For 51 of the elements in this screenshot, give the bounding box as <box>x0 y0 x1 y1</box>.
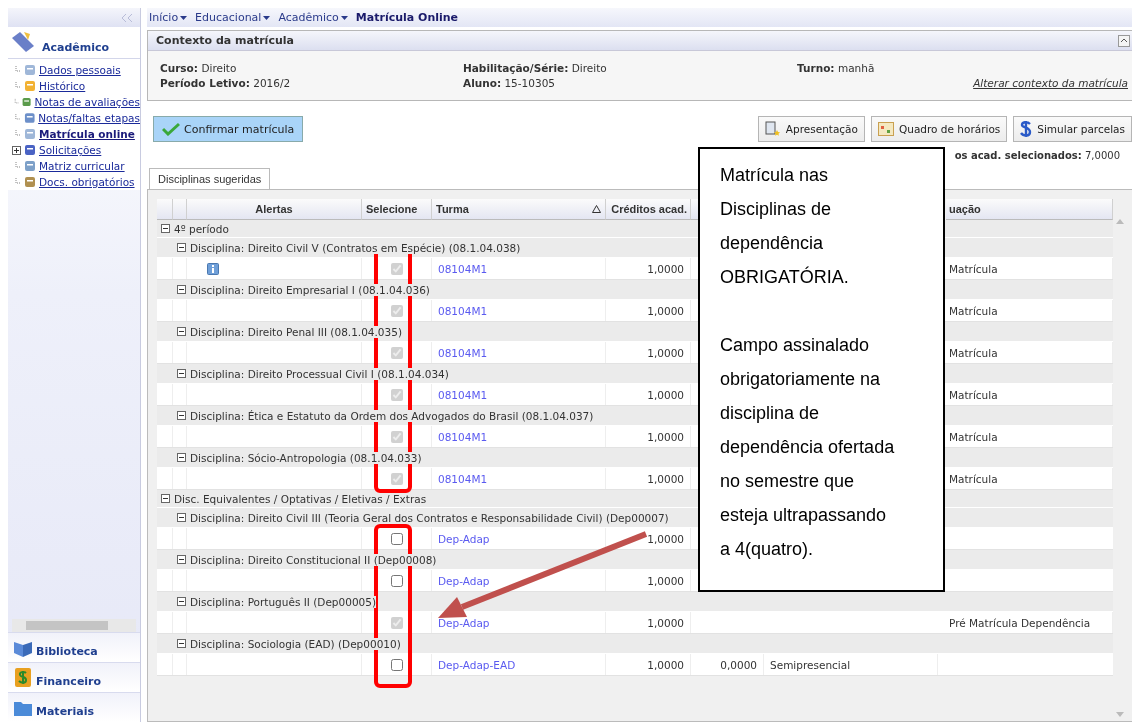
sidebar-item[interactable]: Matriz curricular <box>39 160 125 172</box>
context-field: Aluno: 15-10305 <box>463 77 797 92</box>
discipline-label: Disciplina: Sócio-Antropologia (08.1.04.033) <box>190 451 422 464</box>
module-button[interactable]: Biblioteca <box>8 632 140 662</box>
context-field: Turno: manhã <box>797 62 1128 77</box>
toolbar-button[interactable]: Simular parcelas <box>1013 116 1132 142</box>
sidebar-item[interactable]: Solicitações <box>39 144 102 156</box>
discipline-label: Disciplina: Ética e Estatuto da Ordem dos Advogados do Brasil (08.1.04.037) <box>190 409 594 422</box>
sidebar-item[interactable]: Matrícula online <box>39 128 135 140</box>
confirm-button[interactable]: Confirmar matrícula <box>153 116 304 142</box>
callout-text: Matrícula nas Disciplinas de dependência OBRIGATÓRIA. <box>720 164 850 289</box>
discipline-label: Disciplina: Sociologia (EAD) (Dep00010) <box>190 637 401 650</box>
sidebar-item[interactable]: Histórico <box>39 80 86 92</box>
breadcrumb-link[interactable]: Educacional <box>195 11 271 24</box>
sidebar-item[interactable]: Dados pessoais <box>39 64 121 76</box>
sidebar-item[interactable]: Docs. obrigatórios <box>39 176 135 188</box>
discipline-label: Disciplina: Direito Constitucional II (Dep00008) <box>190 553 437 566</box>
breadcrumb-link[interactable]: Início <box>149 11 188 24</box>
change-context-link[interactable]: Alterar contexto da matrícula <box>973 77 1128 92</box>
panel-title: Contexto da matrícula <box>156 34 294 47</box>
discipline-label: Disciplina: Português II (Dep00005) <box>190 595 377 608</box>
context-field: Período Letivo: 2016/2 <box>160 77 463 92</box>
class-link[interactable]: Dep-Adap <box>438 532 490 545</box>
credits-summary: os acad. selecionados: 7,0000 <box>954 149 1120 161</box>
discipline-label: Disciplina: Direito Civil V (Contratos em Espécie) (08.1.04.038) <box>190 241 521 254</box>
module-button[interactable]: Financeiro <box>8 662 140 692</box>
discipline-label: Disciplina: Direito Penal III (08.1.04.035) <box>190 325 402 338</box>
tab[interactable]: Disciplinas sugeridas <box>149 168 271 190</box>
breadcrumb-link[interactable]: Matrícula Online <box>355 11 459 24</box>
discipline-label: Disciplina: Direito Empresarial I (08.1.04.036) <box>190 283 430 296</box>
discipline-label: Disciplina: Direito Civil III (Teoria Geral dos Contratos e Responsabilidade Civil) (Dep00007) <box>190 511 669 524</box>
group-label: 4º período <box>174 222 229 235</box>
context-field: Curso: Direito <box>160 62 463 77</box>
column-header[interactable]: Alertas <box>187 199 362 220</box>
breadcrumb-link[interactable]: Acadêmico <box>278 11 348 24</box>
column-header[interactable]: Selecione <box>362 199 432 220</box>
group-label: Disc. Equivalentes / Optativas / Eletivas / Extras <box>174 492 427 505</box>
discipline-label: Disciplina: Direito Processual Civil I (08.1.04.034) <box>190 367 449 380</box>
column-header[interactable]: Créditos acad. <box>606 199 691 220</box>
class-link[interactable]: Dep-Adap-EAD <box>438 658 516 671</box>
callout-text: Campo assinalado obrigatoriamente na disciplina de dependência ofertada no semestre que esteja ultrapassando a 4(quatro). <box>720 334 896 561</box>
sidebar-item[interactable]: Notas/faltas etapas <box>38 112 140 124</box>
column-header[interactable]: uação <box>946 199 1113 220</box>
context-field: Habilitação/Série: Direito <box>463 62 797 77</box>
class-link[interactable]: Dep-Adap <box>438 574 490 587</box>
toolbar-button[interactable]: Quadro de horários <box>871 116 1008 142</box>
section-title[interactable]: Acadêmico <box>42 41 110 54</box>
column-header[interactable]: Turma <box>432 199 606 220</box>
sidebar-item[interactable]: Notas de avaliações <box>34 96 140 108</box>
module-button[interactable]: Materiais <box>8 692 140 722</box>
toolbar-button[interactable]: Apresentação <box>757 116 865 142</box>
